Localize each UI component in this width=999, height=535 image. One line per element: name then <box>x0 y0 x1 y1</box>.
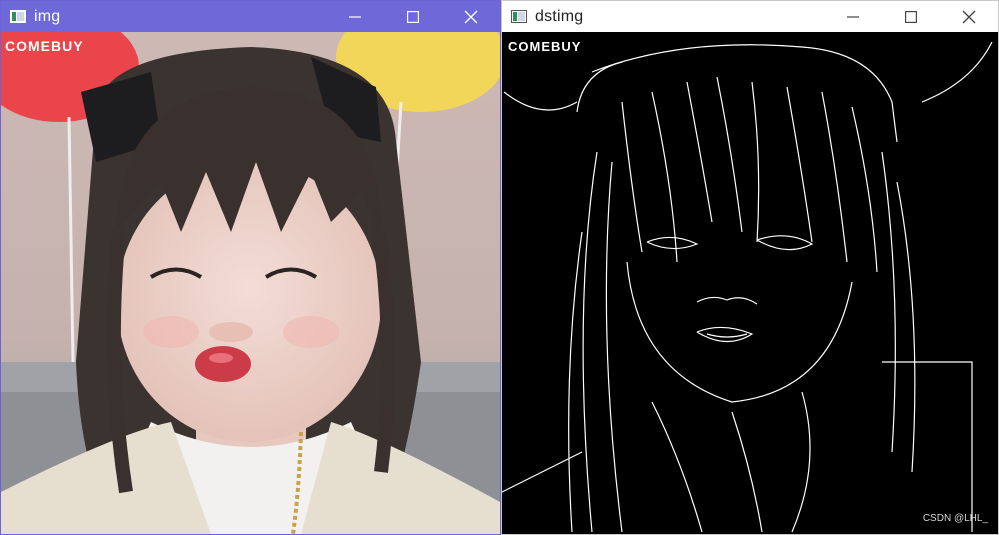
photo-canvas: COMEBUY <box>1 32 500 534</box>
minimize-icon <box>847 15 859 18</box>
window-controls <box>326 1 500 32</box>
maximize-button[interactable] <box>882 1 940 32</box>
dstimg-window[interactable]: dstimg COMEBUY CSDN @LHL_ <box>501 0 999 535</box>
close-button[interactable] <box>940 1 998 32</box>
minimize-button[interactable] <box>824 1 882 32</box>
minimize-icon <box>349 15 361 18</box>
close-button[interactable] <box>442 1 500 32</box>
img-titlebar[interactable]: img <box>1 1 500 32</box>
window-controls <box>824 1 998 32</box>
edge-image <box>502 41 993 533</box>
img-window[interactable]: img COMEBUY <box>0 0 501 535</box>
girl-photo <box>1 32 500 534</box>
maximize-icon <box>407 10 419 23</box>
maximize-button[interactable] <box>384 1 442 32</box>
app-window-icon <box>10 10 26 23</box>
window-title: dstimg <box>535 7 584 25</box>
edge-canvas: COMEBUY CSDN @LHL_ <box>502 32 998 534</box>
edge-balloon-text: COMEBUY <box>508 39 582 54</box>
close-icon <box>464 10 478 23</box>
balloon-text: COMEBUY <box>5 38 84 54</box>
maximize-icon <box>905 10 917 23</box>
app-window-icon <box>511 10 527 23</box>
window-title: img <box>34 7 61 25</box>
watermark-text: CSDN @LHL_ <box>922 513 988 524</box>
dstimg-titlebar[interactable]: dstimg <box>502 1 998 32</box>
close-icon <box>962 10 976 23</box>
minimize-button[interactable] <box>326 1 384 32</box>
